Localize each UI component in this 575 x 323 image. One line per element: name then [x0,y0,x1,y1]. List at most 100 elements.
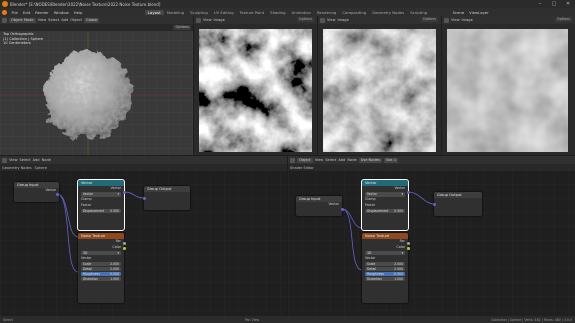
field-value: 2.000 [110,266,119,271]
group-output-node[interactable]: Group Output [434,192,482,216]
node-editor-header: View Select Add Node [0,156,287,164]
menu-edit[interactable]: Edit [20,10,32,15]
slot-selector[interactable]: Slot 1 [383,157,399,163]
menu-view[interactable]: View [203,18,212,22]
editor-type-icon[interactable] [320,17,325,23]
node-links [341,191,435,271]
editor-name: Shader Editor [290,165,314,170]
node-output-label: Vector [110,186,121,190]
scale-field[interactable]: Scale 2.000 [365,261,405,267]
output-socket[interactable] [56,192,59,196]
fac-socket[interactable] [406,241,410,245]
type-dropdown[interactable]: Vector ▾ [365,192,405,197]
image-editor-3[interactable]: View Image Options [442,16,575,155]
tab-sculpting[interactable]: Sculpting [187,10,211,15]
input-socket[interactable] [142,196,146,200]
close-button[interactable]: ✕ [561,0,575,8]
blender-menu-icon[interactable] [2,9,7,15]
noise-texture-node[interactable]: Noise Texture Fac Color 3D ▾ Vector Scale… [362,233,408,303]
vector-math-node[interactable]: Vector Vector Vector ▾ Clamp Factor Displ… [77,179,125,231]
tab-layout[interactable]: Layout [144,9,164,15]
minimize-button[interactable]: – [533,0,547,8]
scale-field[interactable]: Scale 2.000 [81,261,121,267]
editor-type-icon[interactable] [2,157,7,163]
fac-socket[interactable] [122,241,126,245]
menu-image[interactable]: Image [462,18,473,22]
breadcrumb[interactable]: Sphere [35,166,47,170]
field-value: 2.000 [110,261,119,266]
field-label: Distortion [83,276,99,281]
tab-geometry-nodes[interactable]: Geometry Nodes [369,10,407,15]
status-scene-stats: Collection | Sphere | Verts: 482 | Faces… [491,317,572,322]
menu-node[interactable]: Node [347,158,356,162]
group-input-node[interactable]: Group Input Vector [296,196,342,216]
menu-window[interactable]: Window [51,10,71,15]
roughness-field[interactable]: Roughness 0.500 [365,271,405,277]
tab-rendering[interactable]: Rendering [314,10,339,15]
editor-type-icon[interactable] [444,17,449,23]
editor-type-icon[interactable] [196,17,201,23]
input-socket[interactable] [432,202,436,206]
tab-compositing[interactable]: Compositing [339,10,369,15]
tab-uv-editing[interactable]: UV Editing [211,10,237,15]
vector-math-node[interactable]: Vector Vector Vector ▾ Clamp Factor Displ… [361,179,409,231]
scene-selector[interactable]: Scene [450,10,467,15]
shader-node-editor[interactable]: Object View Select Add Node Use Nodes Sl… [288,156,575,316]
menu-image[interactable]: Image [214,18,225,22]
options-button[interactable]: Options [554,17,572,22]
tab-shading[interactable]: Shading [267,10,288,15]
color-socket[interactable] [406,247,410,250]
tab-modeling[interactable]: Modeling [164,10,187,15]
menu-node[interactable]: Node [42,158,51,162]
field-label: Roughness [83,271,100,276]
detail-field[interactable]: Detail 2.000 [81,266,121,272]
menu-view[interactable]: View [315,158,324,162]
menu-help[interactable]: Help [71,10,85,15]
menu-view[interactable]: View [451,18,460,22]
tab-texture-paint[interactable]: Texture Paint [237,10,268,15]
menu-file[interactable]: File [9,10,20,15]
menu-select[interactable]: Select [20,158,31,162]
options-button[interactable]: Options [296,17,314,22]
dimension-value: 3D [367,250,372,255]
menu-add[interactable]: Add [33,158,40,162]
options-button[interactable]: Options [420,17,438,22]
use-nodes-toggle[interactable]: Use Nodes [358,157,382,163]
menu-add[interactable]: Add [338,158,345,162]
displacement-field[interactable]: Displacement 0.500 [365,208,405,214]
menu-view[interactable]: View [9,158,18,162]
group-input-node[interactable]: Group Input Vector [14,182,59,202]
output-socket[interactable] [406,190,410,194]
distortion-field[interactable]: Distortion 1.000 [81,276,121,282]
displacement-field[interactable]: Displacement 0.500 [81,208,121,214]
maximize-button[interactable]: □ [547,0,561,8]
color-socket[interactable] [122,247,126,250]
dimension-dropdown[interactable]: 3D ▾ [81,250,121,256]
group-output-node[interactable]: Group Output [144,186,190,210]
output-socket[interactable] [340,207,344,211]
noise-texture-node[interactable]: Noise Texture Fac Color 3D ▾ Vector Scale… [78,233,124,303]
tab-animation[interactable]: Animation [289,10,314,15]
geometry-node-editor[interactable]: View Select Add Node Geometry Nodes Sphe… [0,156,287,316]
node-output-label: Vector [45,188,56,192]
roughness-field[interactable]: Roughness 0.500 [81,271,121,277]
viewport-3d[interactable]: Object Mode View Select Add Object Globa… [0,16,193,155]
menu-render[interactable]: Render [33,10,52,15]
output-socket[interactable] [122,190,126,194]
tab-scripting[interactable]: Scripting [407,10,430,15]
editor-type-icon[interactable] [290,157,295,163]
noise-sphere[interactable] [0,16,193,155]
field-value: 0.500 [394,271,403,276]
type-dropdown[interactable]: Vector ▾ [81,192,121,197]
object-selector[interactable]: Object [297,157,313,163]
view-layer-selector[interactable]: ViewLayer [467,10,492,15]
noise-preview-high-contrast [199,29,312,152]
menu-select[interactable]: Select [325,158,336,162]
image-editor-1[interactable]: View Image Options [194,16,317,155]
image-editor-2[interactable]: View Image Options [318,16,441,155]
menu-image[interactable]: Image [338,18,349,22]
detail-field[interactable]: Detail 2.000 [365,266,405,272]
menu-view[interactable]: View [327,18,336,22]
distortion-field[interactable]: Distortion 1.000 [365,276,405,282]
dimension-dropdown[interactable]: 3D ▾ [365,250,405,256]
